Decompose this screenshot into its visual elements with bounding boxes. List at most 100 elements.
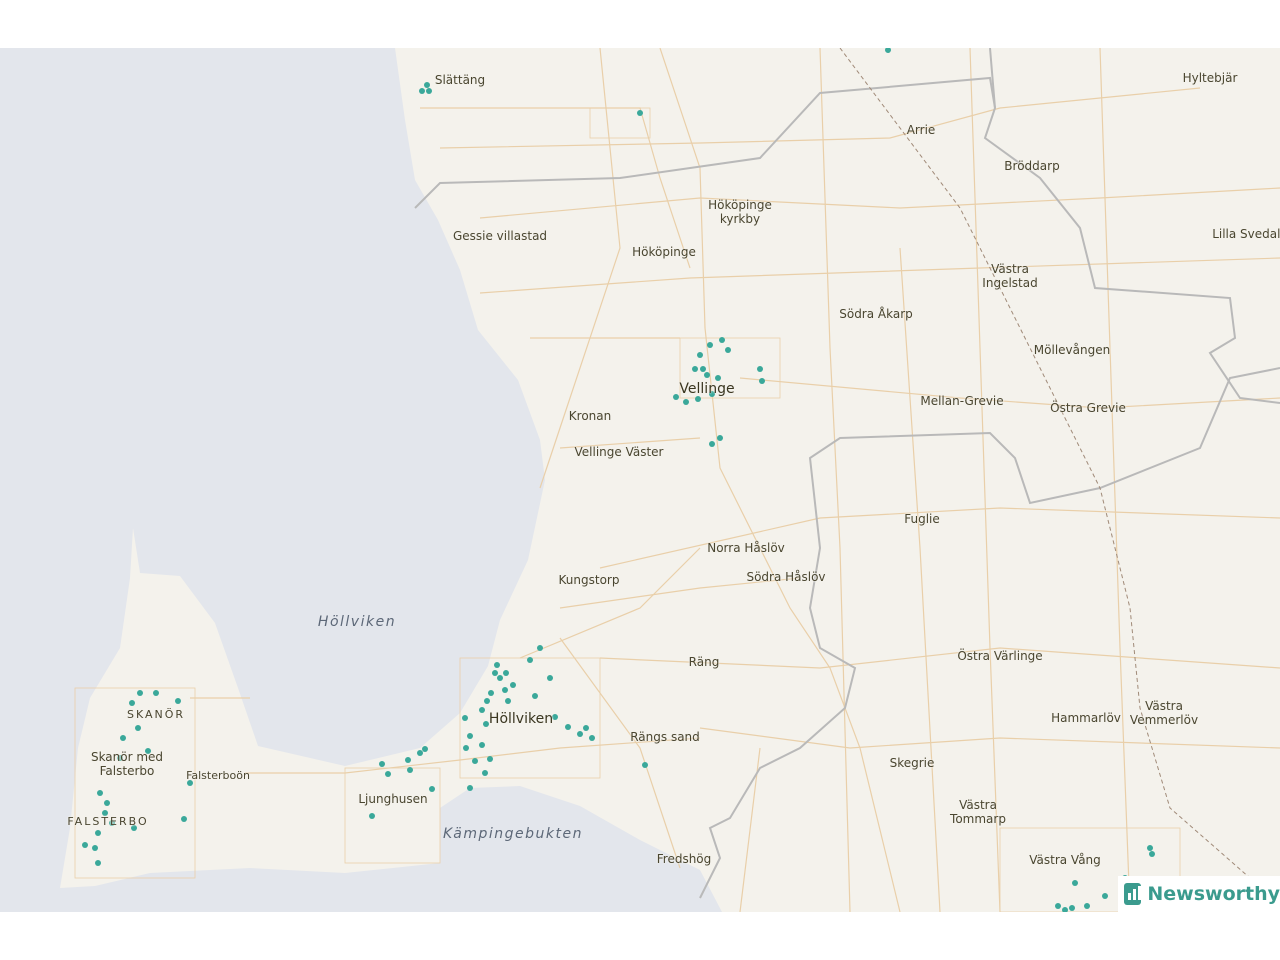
place-label: Mellan-Grevie bbox=[920, 394, 1003, 408]
data-point[interactable] bbox=[95, 830, 101, 836]
data-point[interactable] bbox=[537, 645, 543, 651]
data-point[interactable] bbox=[417, 750, 423, 756]
data-point[interactable] bbox=[472, 758, 478, 764]
data-point[interactable] bbox=[709, 441, 715, 447]
data-point[interactable] bbox=[484, 698, 490, 704]
place-label: Hököpinge bbox=[632, 245, 696, 259]
data-point[interactable] bbox=[642, 762, 648, 768]
map[interactable]: Slättäng Arrie Hyltebjär Bröddarp Hököpi… bbox=[0, 48, 1280, 912]
data-point[interactable] bbox=[120, 735, 126, 741]
data-point[interactable] bbox=[463, 745, 469, 751]
data-point[interactable] bbox=[426, 88, 432, 94]
data-point[interactable] bbox=[1102, 893, 1108, 899]
data-point[interactable] bbox=[502, 687, 508, 693]
data-point[interactable] bbox=[429, 786, 435, 792]
data-point[interactable] bbox=[405, 757, 411, 763]
place-label: Gessie villastad bbox=[453, 229, 547, 243]
data-point[interactable] bbox=[104, 800, 110, 806]
place-label: Rängs sand bbox=[630, 730, 700, 744]
data-point[interactable] bbox=[467, 785, 473, 791]
data-point[interactable] bbox=[175, 698, 181, 704]
data-point[interactable] bbox=[697, 352, 703, 358]
data-point[interactable] bbox=[589, 735, 595, 741]
data-point[interactable] bbox=[1149, 851, 1155, 857]
data-point[interactable] bbox=[487, 756, 493, 762]
place-label: Skanör med Falsterbo bbox=[87, 750, 167, 778]
data-point[interactable] bbox=[407, 767, 413, 773]
data-point[interactable] bbox=[503, 670, 509, 676]
place-label: Vellinge bbox=[679, 382, 734, 396]
data-point[interactable] bbox=[510, 682, 516, 688]
data-point[interactable] bbox=[547, 675, 553, 681]
data-point[interactable] bbox=[92, 845, 98, 851]
data-point[interactable] bbox=[488, 690, 494, 696]
data-point[interactable] bbox=[482, 770, 488, 776]
data-point[interactable] bbox=[129, 700, 135, 706]
place-label: Höllviken bbox=[489, 712, 553, 726]
data-point[interactable] bbox=[637, 110, 643, 116]
data-point[interactable] bbox=[1055, 903, 1061, 909]
data-point[interactable] bbox=[419, 88, 425, 94]
data-point[interactable] bbox=[527, 657, 533, 663]
place-label: Falsterboön bbox=[186, 769, 250, 783]
data-point[interactable] bbox=[462, 715, 468, 721]
data-point[interactable] bbox=[369, 813, 375, 819]
bar-chart-icon bbox=[1124, 883, 1141, 905]
place-label: Lilla Svedala bbox=[1212, 227, 1280, 241]
place-label: Kungstorp bbox=[559, 573, 620, 587]
data-point[interactable] bbox=[137, 690, 143, 696]
data-point[interactable] bbox=[673, 394, 679, 400]
data-point[interactable] bbox=[497, 675, 503, 681]
data-point[interactable] bbox=[492, 670, 498, 676]
place-label: Södra Håslöv bbox=[746, 570, 825, 584]
data-point[interactable] bbox=[577, 731, 583, 737]
data-point[interactable] bbox=[583, 725, 589, 731]
place-label: Västra Tommarp bbox=[948, 798, 1008, 826]
data-point[interactable] bbox=[424, 82, 430, 88]
data-point[interactable] bbox=[385, 771, 391, 777]
place-label: Östra Grevie bbox=[1050, 401, 1126, 415]
data-point[interactable] bbox=[479, 742, 485, 748]
data-point[interactable] bbox=[422, 746, 428, 752]
data-point[interactable] bbox=[700, 366, 706, 372]
place-label: Hammarlöv bbox=[1051, 711, 1121, 725]
place-label: Fredshög bbox=[657, 852, 712, 866]
newsworthy-logo[interactable]: Newsworthy bbox=[1118, 876, 1280, 912]
place-label: Vellinge Väster bbox=[575, 445, 664, 459]
data-point[interactable] bbox=[757, 366, 763, 372]
data-point[interactable] bbox=[1069, 905, 1075, 911]
water-label: Kämpingebukten bbox=[443, 827, 583, 841]
data-point[interactable] bbox=[707, 342, 713, 348]
data-point[interactable] bbox=[379, 761, 385, 767]
place-label: Kronan bbox=[569, 409, 611, 423]
data-point[interactable] bbox=[467, 733, 473, 739]
data-point[interactable] bbox=[135, 725, 141, 731]
water-label: Höllviken bbox=[318, 615, 396, 629]
place-label: Östra Värlinge bbox=[957, 649, 1042, 663]
data-point[interactable] bbox=[725, 347, 731, 353]
place-label: Södra Åkarp bbox=[839, 307, 913, 321]
place-label: Arrie bbox=[907, 123, 936, 137]
data-point[interactable] bbox=[683, 399, 689, 405]
data-point[interactable] bbox=[1084, 903, 1090, 909]
data-point[interactable] bbox=[181, 816, 187, 822]
data-point[interactable] bbox=[479, 707, 485, 713]
data-point[interactable] bbox=[565, 724, 571, 730]
data-point[interactable] bbox=[82, 842, 88, 848]
data-point[interactable] bbox=[692, 366, 698, 372]
data-point[interactable] bbox=[505, 698, 511, 704]
data-point[interactable] bbox=[759, 378, 765, 384]
data-point[interactable] bbox=[704, 372, 710, 378]
data-point[interactable] bbox=[717, 435, 723, 441]
place-label: Räng bbox=[689, 655, 720, 669]
data-point[interactable] bbox=[1072, 880, 1078, 886]
data-point[interactable] bbox=[532, 693, 538, 699]
place-label: Ljunghusen bbox=[358, 792, 427, 806]
data-point[interactable] bbox=[153, 690, 159, 696]
place-label: Möllevången bbox=[1034, 343, 1110, 357]
data-point[interactable] bbox=[1147, 845, 1153, 851]
data-point[interactable] bbox=[97, 790, 103, 796]
data-point[interactable] bbox=[719, 337, 725, 343]
data-point[interactable] bbox=[494, 662, 500, 668]
data-point[interactable] bbox=[95, 860, 101, 866]
